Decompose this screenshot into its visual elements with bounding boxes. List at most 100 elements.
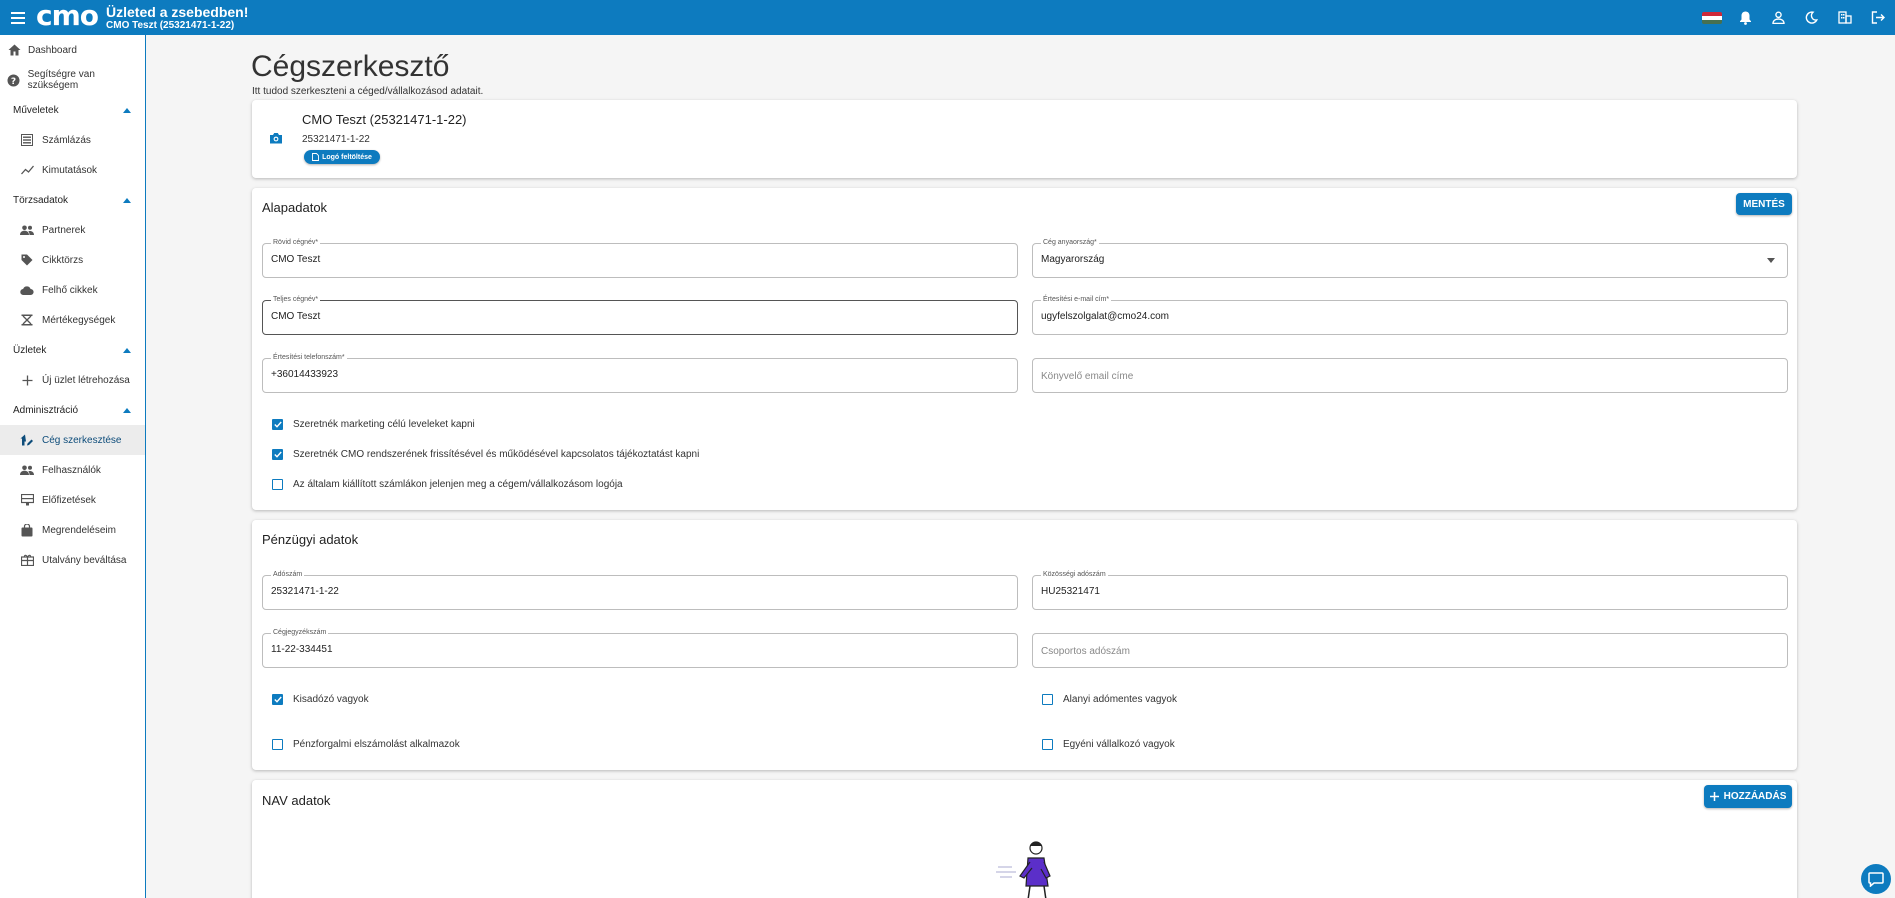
cmo-logo[interactable]: cmo (36, 1, 99, 30)
full-name-label: Teljes cégnév* (271, 295, 321, 305)
group-tax-number-field[interactable] (1032, 633, 1788, 668)
sidebar-item-szamlazas[interactable]: Számlázás (0, 125, 145, 155)
short-name-label: Rövid cégnév* (271, 238, 321, 248)
sidebar-item-partnerek[interactable]: Partnerek (0, 215, 145, 245)
dark-mode-moon-icon[interactable] (1802, 8, 1821, 27)
email-field[interactable]: Értesítési e-mail cím* (1032, 295, 1788, 335)
sidebar-item-label: Előfizetések (42, 494, 96, 506)
eu-tax-number-input[interactable] (1041, 586, 1765, 597)
checkbox-checked[interactable] (272, 449, 283, 460)
group-tax-number-input[interactable] (1041, 646, 1765, 657)
country-value: Magyarország (1041, 254, 1105, 265)
gift-card-icon (20, 553, 34, 567)
sidebar-section-adminisztracio[interactable]: Adminisztráció (0, 395, 145, 425)
check-icon (273, 451, 282, 458)
vat-exempt-checkbox-row[interactable]: Alanyi adómentes vagyok (1042, 694, 1177, 705)
sidebar-item-megrendeleseim[interactable]: Megrendeléseim (0, 515, 145, 545)
sidebar-item-label: Számlázás (42, 134, 91, 146)
sole-trader-checkbox-row[interactable]: Egyéni vállalkozó vagyok (1042, 739, 1175, 750)
page-subtitle: Itt tudod szerkeszteni a céged/vállalkoz… (252, 86, 484, 97)
sidebar-section-label: Törzsadatok (13, 194, 69, 206)
sidebar-item-felho-cikkek[interactable]: Felhő cikkek (0, 275, 145, 305)
sidebar-item-kimutatasok[interactable]: Kimutatások (0, 155, 145, 185)
file-icon (312, 153, 320, 161)
chat-support-button[interactable] (1861, 864, 1891, 894)
marketing-checkbox-row[interactable]: Szeretnék marketing célú leveleket kapni (272, 419, 475, 430)
nav-data-card: NAV adatok HOZZÁADÁS (252, 780, 1797, 898)
checkbox-unchecked[interactable] (272, 479, 283, 490)
full-name-field[interactable]: Teljes cégnév* (262, 295, 1018, 335)
checkbox-unchecked[interactable] (1042, 694, 1053, 705)
sidebar-item-help[interactable]: ? Segítségre van szükségem (0, 65, 145, 95)
email-input[interactable] (1041, 311, 1765, 322)
accountant-email-input[interactable] (1041, 371, 1765, 382)
country-label: Cég anyaország* (1041, 238, 1099, 248)
company-card: CMO Teszt (25321471-1-22) 25321471-1-22 … (252, 100, 1797, 178)
sidebar-section-uzletek[interactable]: Üzletek (0, 335, 145, 365)
language-flag-icon[interactable] (1702, 11, 1722, 24)
sidebar-item-label: Mértékegységek (42, 314, 116, 326)
logo-upload-button[interactable]: Logó feltöltése (304, 150, 380, 164)
sidebar-item-uj-uzlet[interactable]: Új üzlet létrehozása (0, 365, 145, 395)
small-taxpayer-checkbox-row[interactable]: Kisadózó vagyok (272, 694, 369, 705)
basic-data-card: Alapadatok MENTÉS Rövid cégnév* Cég anya… (252, 188, 1797, 510)
checkbox-checked[interactable] (272, 694, 283, 705)
people-icon (20, 463, 34, 477)
plus-icon (1709, 792, 1719, 801)
sidebar-section-muveletek[interactable]: Műveletek (0, 95, 145, 125)
short-name-input[interactable] (271, 254, 995, 265)
checkbox-unchecked[interactable] (1042, 739, 1053, 750)
dropdown-arrow-icon[interactable] (1767, 258, 1775, 263)
checkbox-unchecked[interactable] (272, 739, 283, 750)
notifications-bell-icon[interactable] (1736, 8, 1755, 27)
company-building-icon[interactable] (1835, 8, 1854, 27)
invoice-list-icon (20, 133, 34, 147)
sidebar-item-utalvany[interactable]: Utalvány beváltása (0, 545, 145, 575)
plus-icon (20, 373, 34, 387)
full-name-input[interactable] (271, 311, 995, 322)
user-account-icon[interactable] (1769, 8, 1788, 27)
tax-number-field[interactable]: Adószám (262, 570, 1018, 610)
brand-text: Üzleted a zsebedben! CMO Teszt (25321471… (106, 4, 248, 32)
camera-icon[interactable] (269, 131, 283, 149)
checkbox-label: Kisadózó vagyok (293, 694, 369, 705)
add-nav-button[interactable]: HOZZÁADÁS (1704, 785, 1792, 808)
sidebar-item-ceg-szerkesztese[interactable]: Cég szerkesztése (0, 425, 145, 455)
top-actions (1702, 0, 1887, 35)
sidebar-section-label: Üzletek (13, 344, 47, 356)
tax-number-input[interactable] (271, 586, 995, 597)
measure-icon (20, 313, 34, 327)
checkbox-label: Az általam kiállított számlákon jelenjen… (293, 479, 623, 490)
sidebar-item-felhasznalok[interactable]: Felhasználók (0, 455, 145, 485)
checkbox-label: Szeretnék marketing célú leveleket kapni (293, 419, 475, 430)
nav-data-title: NAV adatok (262, 793, 331, 808)
country-select[interactable]: Cég anyaország* Magyarország (1032, 238, 1788, 278)
accountant-email-field[interactable] (1032, 358, 1788, 393)
menu-icon[interactable] (0, 0, 36, 35)
sidebar-item-elofizetesek[interactable]: Előfizetések (0, 485, 145, 515)
collapse-arrow-icon (123, 347, 131, 353)
checkbox-checked[interactable] (272, 419, 283, 430)
updates-checkbox-row[interactable]: Szeretnék CMO rendszerének frissítésével… (272, 449, 699, 460)
eu-tax-number-field[interactable]: Közösségi adószám (1032, 570, 1788, 610)
logout-icon[interactable] (1868, 8, 1887, 27)
sidebar-item-label: Megrendeléseim (42, 524, 116, 536)
sidebar-section-torzsadatok[interactable]: Törzsadatok (0, 185, 145, 215)
check-icon (273, 421, 282, 428)
short-name-field[interactable]: Rövid cégnév* (262, 238, 1018, 278)
logo-on-invoice-checkbox-row[interactable]: Az általam kiállított számlákon jelenjen… (272, 479, 623, 490)
registration-number-input[interactable] (271, 644, 995, 655)
cash-accounting-checkbox-row[interactable]: Pénzforgalmi elszámolást alkalmazok (272, 739, 460, 750)
basic-data-title: Alapadatok (262, 200, 328, 215)
sidebar-item-mertekegysegek[interactable]: Mértékegységek (0, 305, 145, 335)
help-icon: ? (7, 73, 21, 87)
phone-input[interactable] (271, 369, 995, 380)
phone-field[interactable]: Értesítési telefonszám* (262, 353, 1018, 393)
sidebar-item-dashboard[interactable]: Dashboard (0, 35, 145, 65)
registration-number-field[interactable]: Cégjegyzékszám (262, 628, 1018, 668)
sidebar-item-cikktorzs[interactable]: Cikktörzs (0, 245, 145, 275)
sidebar-item-label: Felhő cikkek (42, 284, 98, 296)
app-tagline: Üzleted a zsebedben! (106, 3, 249, 20)
save-button[interactable]: MENTÉS (1736, 193, 1792, 215)
sidebar: Dashboard ? Segítségre van szükségem Műv… (0, 35, 146, 898)
